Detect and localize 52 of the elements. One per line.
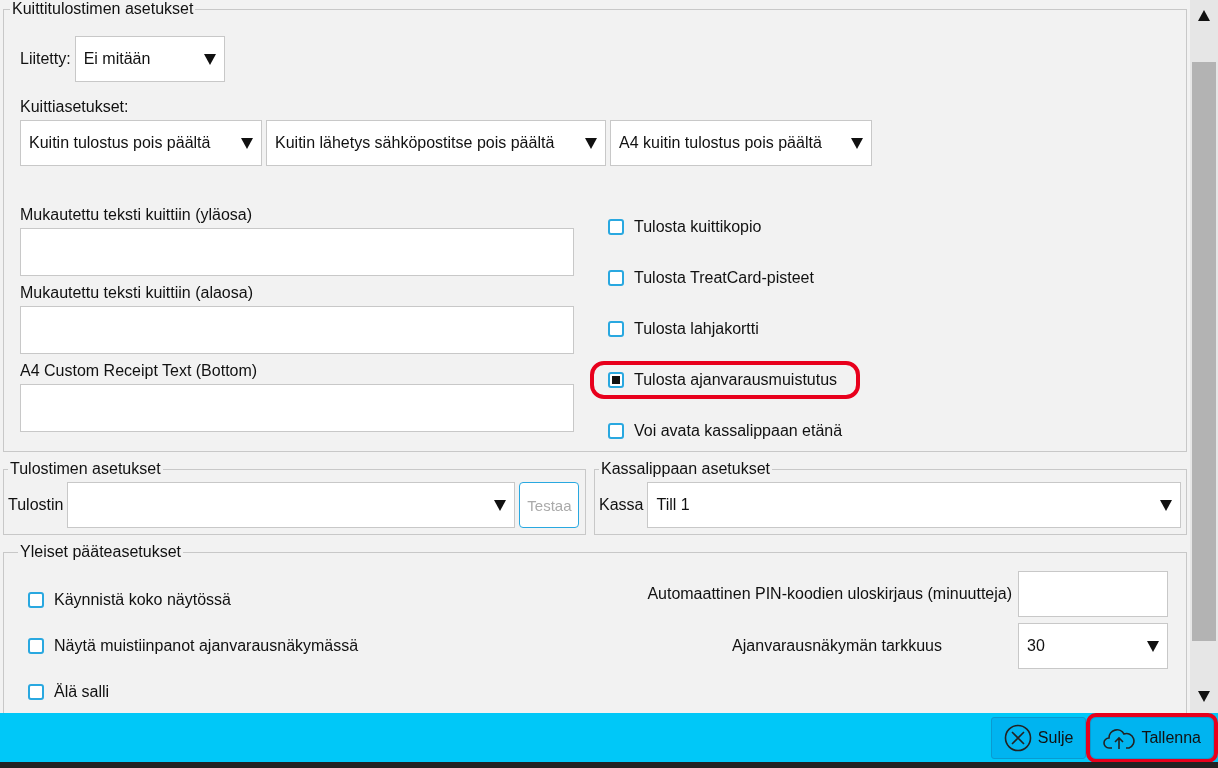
field-label: Kassa (599, 496, 644, 514)
checkbox-label: Näytä muistiinpanot ajanvarausnäkymässä (54, 637, 359, 655)
caret-icon (585, 137, 597, 149)
caret-icon (1160, 499, 1173, 511)
field-label: Mukautettu teksti kuittiin (yläosa) (20, 206, 254, 224)
precision-dropdown[interactable]: 30 (1018, 623, 1168, 669)
text-field[interactable] (20, 228, 574, 276)
text-field[interactable] (20, 384, 574, 432)
caret-icon (241, 137, 253, 149)
checkbox[interactable] (608, 219, 624, 235)
text-field[interactable] (20, 306, 574, 354)
caret-icon (494, 499, 507, 511)
connected-dropdown[interactable]: Ei mitään (74, 36, 225, 82)
checkbox-label: Tulosta kuittikopio (634, 218, 762, 236)
checkbox[interactable] (28, 638, 44, 654)
caret-icon (851, 137, 863, 149)
checkbox[interactable] (608, 423, 624, 439)
checkbox-label: Voi avata kassalippaan etänä (634, 422, 843, 440)
field-label: A4 Custom Receipt Text (Bottom) (20, 362, 259, 380)
field-label: Mukautettu teksti kuittiin (alaosa) (20, 284, 254, 302)
checkbox-label: Älä salli (54, 683, 110, 701)
section-title: Kassalippaan asetukset (600, 460, 771, 478)
receipt-dropdown[interactable]: Kuitin lähetys sähköpostitse pois päältä (266, 120, 606, 166)
checkbox[interactable] (608, 270, 624, 286)
close-icon (1003, 723, 1032, 752)
field-label: Ajanvarausnäkymän tarkkuus (732, 637, 942, 655)
checkbox-label: Tulosta TreatCard-pisteet (634, 269, 814, 287)
checkbox-label: Tulosta lahjakortti (634, 320, 759, 338)
scroll-down-icon (1198, 691, 1210, 702)
receipt-dropdown[interactable]: A4 kuitin tulostus pois päältä (610, 120, 872, 166)
caret-icon (203, 53, 216, 65)
caret-icon (1147, 640, 1159, 652)
section-title: Tulostimen asetukset (9, 460, 162, 478)
checkbox-label: Käynnistä koko näytössä (54, 591, 231, 609)
field-label: Liitetty: (20, 50, 71, 68)
scrollbar-thumb[interactable] (1192, 62, 1216, 641)
field-label: Kuittiasetukset: (20, 98, 130, 116)
checkbox[interactable] (28, 684, 44, 700)
checkbox[interactable] (608, 372, 624, 388)
checkbox[interactable] (608, 321, 624, 337)
printer-dropdown[interactable] (67, 482, 516, 528)
checkbox[interactable] (28, 592, 44, 608)
text-field[interactable] (1018, 571, 1168, 617)
footer-button[interactable]: Sulje (990, 716, 1087, 759)
section-title: Yleiset pääteasetukset (19, 543, 182, 561)
field-label: Tulostin (8, 496, 64, 514)
checkbox-label: Tulosta ajanvarausmuistutus (634, 371, 838, 389)
section-title: Kuittitulostimen asetukset (11, 0, 195, 18)
scroll-up-icon (1198, 10, 1210, 21)
cash-drawer-dropdown[interactable]: Till 1 (647, 482, 1182, 528)
receipt-dropdown[interactable]: Kuitin tulostus pois päältä (20, 120, 262, 166)
field-label: Automaattinen PIN-koodien uloskirjaus (minuutteja) (647, 585, 1012, 603)
